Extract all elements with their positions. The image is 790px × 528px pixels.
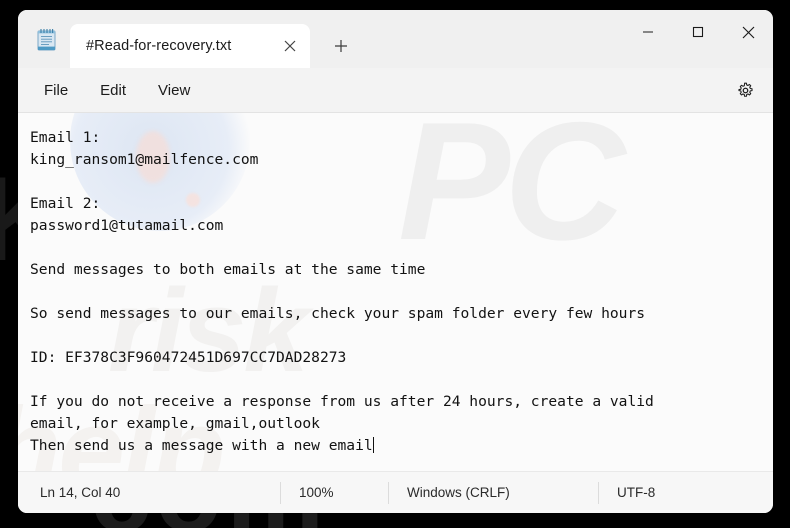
tab-strip: #Read-for-recovery.txt: [18, 10, 358, 68]
gear-icon-glyph: [737, 82, 753, 97]
tab-read-for-recovery[interactable]: #Read-for-recovery.txt: [70, 24, 310, 68]
notepad-icon-glyph: [37, 28, 55, 50]
menu-edit[interactable]: Edit: [86, 76, 140, 105]
ransom-note-text[interactable]: Email 1: king_ransom1@mailfence.com Emai…: [18, 113, 773, 457]
notepad-window: #Read-for-recovery.txt File Edit View PC…: [18, 10, 773, 513]
status-cursor-position[interactable]: Ln 14, Col 40: [18, 482, 280, 504]
maximize-button[interactable]: [673, 10, 723, 54]
close-icon[interactable]: [276, 32, 304, 60]
status-zoom-level[interactable]: 100%: [280, 481, 388, 504]
status-bar: Ln 14, Col 40 100% Windows (CRLF) UTF-8: [18, 471, 773, 513]
plus-icon: [335, 40, 347, 52]
ransom-note-content: Email 1: king_ransom1@mailfence.com Emai…: [30, 129, 654, 454]
menu-file[interactable]: File: [30, 76, 82, 105]
window-controls: [623, 10, 773, 54]
tab-title: #Read-for-recovery.txt: [86, 38, 232, 54]
new-tab-button[interactable]: [324, 29, 358, 63]
status-line-ending[interactable]: Windows (CRLF): [388, 481, 598, 504]
status-encoding[interactable]: UTF-8: [598, 481, 673, 504]
close-window-icon: [742, 26, 754, 38]
menu-bar: File Edit View: [18, 68, 773, 113]
gear-icon[interactable]: [729, 74, 761, 106]
maximize-icon: [692, 26, 704, 38]
notepad-icon: [28, 10, 64, 68]
text-editor-area[interactable]: PC risk help Email 1: king_ransom1@mailf…: [18, 113, 773, 471]
close-icon-glyph: [284, 40, 296, 52]
minimize-button[interactable]: [623, 10, 673, 54]
close-window-button[interactable]: [723, 10, 773, 54]
text-caret: [372, 437, 374, 453]
title-bar: #Read-for-recovery.txt: [18, 10, 773, 68]
menu-view[interactable]: View: [144, 76, 204, 105]
minimize-icon: [643, 31, 653, 33]
